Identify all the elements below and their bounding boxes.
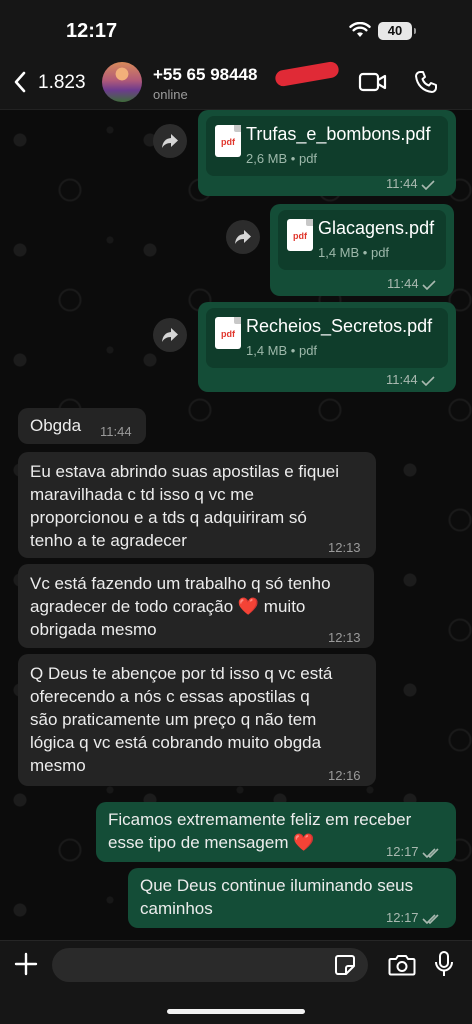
message-line: caminhos xyxy=(140,899,213,918)
message-time: 12:16 xyxy=(328,768,361,783)
forward-button[interactable] xyxy=(153,318,187,352)
message-line: Que Deus continue iluminando seus xyxy=(140,876,414,895)
time-text: 12:17 xyxy=(386,844,419,859)
battery-level: 40 xyxy=(387,23,403,38)
video-call-icon[interactable] xyxy=(358,72,388,92)
document-card[interactable]: pdf Recheios_Secretos.pdf 1,4 MB • pdf xyxy=(206,308,448,368)
forward-icon xyxy=(235,230,251,244)
double-check-icon xyxy=(421,847,439,858)
chat-messages[interactable]: pdf Trufas_e_bombons.pdf 2,6 MB • pdf 11… xyxy=(0,110,472,940)
document-meta: 2,6 MB • pdf xyxy=(246,151,318,166)
message-text: Q Deus te abençoe por td isso q vc está … xyxy=(30,662,332,777)
message-line: esse tipo de mensagem ❤️ xyxy=(108,833,315,852)
message-line: Q Deus te abençoe por td isso q vc está xyxy=(30,664,333,683)
message-time: 12:17 xyxy=(386,844,440,859)
plus-icon[interactable] xyxy=(13,951,39,977)
message-input[interactable] xyxy=(52,948,368,982)
double-check-icon xyxy=(421,913,439,924)
forward-button[interactable] xyxy=(153,124,187,158)
outgoing-message[interactable]: Que Deus continue iluminando seus caminh… xyxy=(128,868,456,928)
message-text: Obgda xyxy=(30,416,82,435)
message-time: 12:17 xyxy=(386,910,440,925)
message-line: Vc está fazendo um trabalho q só tenho xyxy=(30,574,331,593)
pdf-file-icon: pdf xyxy=(287,219,313,251)
camera-icon[interactable] xyxy=(388,953,416,977)
message-line: são praticamente um preço q não tem xyxy=(30,710,317,729)
document-name: Glacagens.pdf xyxy=(318,218,435,238)
avatar[interactable] xyxy=(102,62,142,102)
message-text: Vc está fazendo um trabalho q só tenho a… xyxy=(30,572,331,641)
document-card[interactable]: pdf Trufas_e_bombons.pdf 2,6 MB • pdf xyxy=(206,116,448,176)
document-name: Recheios_Secretos.pdf xyxy=(246,316,433,336)
incoming-message[interactable]: Obgda 11:44 xyxy=(18,408,146,444)
single-check-icon xyxy=(421,375,435,386)
time-text: 11:44 xyxy=(387,276,419,291)
sticker-icon[interactable] xyxy=(334,954,356,976)
chat-header: 1.823 +55 65 98448 online xyxy=(0,56,472,110)
microphone-icon[interactable] xyxy=(434,950,454,978)
single-check-icon xyxy=(421,179,435,190)
message-line: Eu estava abrindo suas apostilas e fique… xyxy=(30,462,340,481)
outgoing-message[interactable]: Ficamos extremamente feliz em receber es… xyxy=(96,802,456,862)
message-line: maravilhada c td isso q vc me xyxy=(30,485,254,504)
status-time: 12:17 xyxy=(66,20,118,42)
message-time: 11:44 xyxy=(387,276,436,291)
document-card[interactable]: pdf Glacagens.pdf 1,4 MB • pdf xyxy=(278,210,446,270)
incoming-message[interactable]: Vc está fazendo um trabalho q só tenho a… xyxy=(18,564,374,648)
single-check-icon xyxy=(422,279,436,290)
composer-bar xyxy=(0,940,472,1024)
message-line: mesmo xyxy=(30,756,86,775)
message-line: obrigada mesmo xyxy=(30,620,157,639)
phone-call-icon[interactable] xyxy=(414,70,438,94)
document-message[interactable]: pdf Glacagens.pdf 1,4 MB • pdf 11:44 xyxy=(270,204,454,296)
message-line: proporcionou e a tds q adquiriram só xyxy=(30,508,307,527)
pdf-file-icon: pdf xyxy=(215,125,241,157)
time-text: 11:44 xyxy=(386,176,418,191)
message-line: oferecendo a nós c essas apostilas q xyxy=(30,687,310,706)
document-message[interactable]: pdf Recheios_Secretos.pdf 1,4 MB • pdf 1… xyxy=(198,302,456,392)
contact-status: online xyxy=(153,87,188,102)
back-unread-count[interactable]: 1.823 xyxy=(38,72,86,94)
pdf-file-icon: pdf xyxy=(215,317,241,349)
document-meta: 1,4 MB • pdf xyxy=(318,245,390,260)
home-indicator xyxy=(167,1009,305,1014)
message-time: 11:44 xyxy=(100,424,132,439)
document-name: Trufas_e_bombons.pdf xyxy=(246,124,431,144)
message-text: Ficamos extremamente feliz em receber es… xyxy=(108,808,411,854)
message-time: 11:44 xyxy=(386,372,435,387)
message-time: 12:13 xyxy=(328,540,361,555)
incoming-message[interactable]: Q Deus te abençoe por td isso q vc está … xyxy=(18,654,376,786)
battery-icon: 40 xyxy=(378,22,416,40)
back-chevron-icon[interactable] xyxy=(12,70,28,94)
message-text: Eu estava abrindo suas apostilas e fique… xyxy=(30,460,339,552)
redaction-mark xyxy=(274,60,340,88)
document-meta: 1,4 MB • pdf xyxy=(246,343,318,358)
message-time: 12:13 xyxy=(328,630,361,645)
forward-icon xyxy=(162,328,178,342)
message-line: lógica q vc está cobrando muito obgda xyxy=(30,733,322,752)
status-bar: 12:17 40 xyxy=(0,0,472,56)
incoming-message[interactable]: Eu estava abrindo suas apostilas e fique… xyxy=(18,452,376,558)
message-line: tenho a te agradecer xyxy=(30,531,187,550)
message-time: 11:44 xyxy=(386,176,435,191)
forward-button[interactable] xyxy=(226,220,260,254)
forward-icon xyxy=(162,134,178,148)
time-text: 11:44 xyxy=(386,372,418,387)
message-text: Que Deus continue iluminando seus caminh… xyxy=(140,874,413,920)
message-line: Ficamos extremamente feliz em receber xyxy=(108,810,412,829)
time-text: 12:17 xyxy=(386,910,419,925)
message-line: agradecer de todo coração ❤️ muito xyxy=(30,597,306,616)
contact-name[interactable]: +55 65 98448 xyxy=(153,65,257,85)
document-message[interactable]: pdf Trufas_e_bombons.pdf 2,6 MB • pdf 11… xyxy=(198,110,456,196)
wifi-icon xyxy=(349,22,371,37)
